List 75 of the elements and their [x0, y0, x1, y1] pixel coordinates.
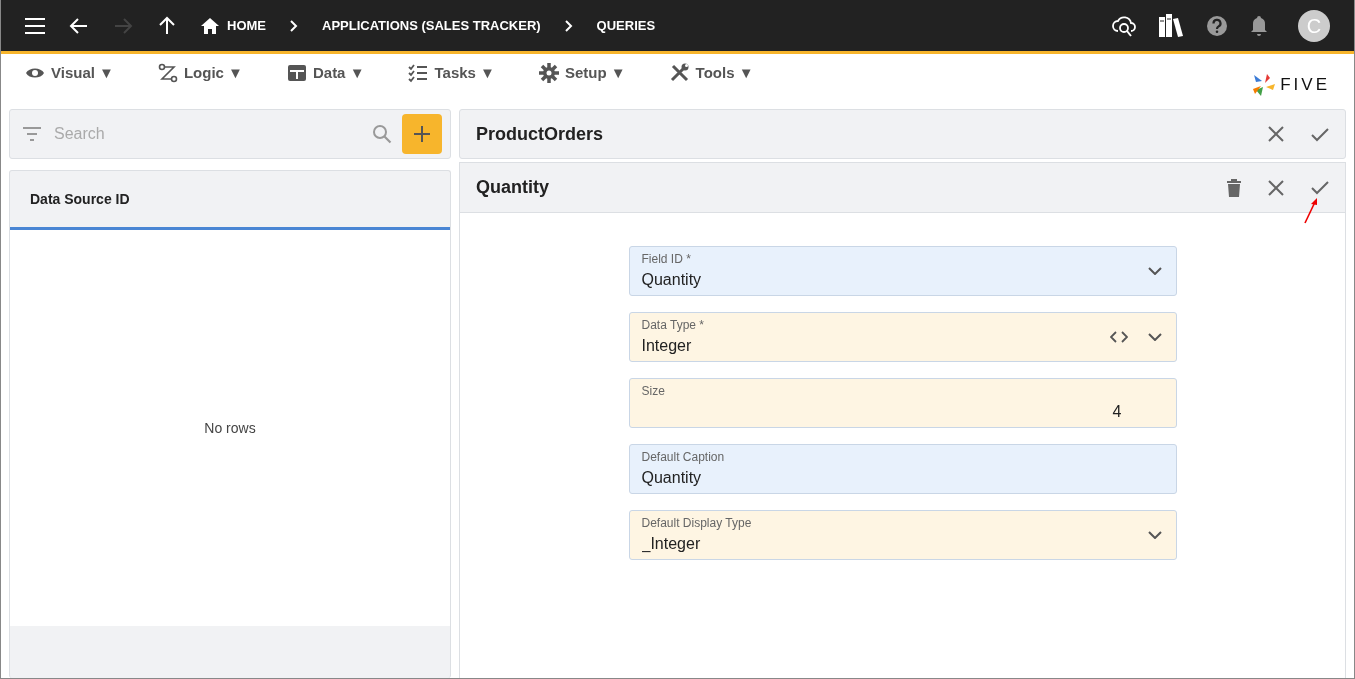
table-icon — [286, 63, 307, 84]
back-arrow-icon — [69, 15, 89, 36]
empty-message: No rows — [204, 418, 256, 438]
search-button[interactable] — [372, 124, 392, 144]
tools-icon — [669, 63, 690, 84]
cloud-search-button[interactable] — [1112, 14, 1136, 37]
save-button[interactable] — [1311, 179, 1329, 196]
back-button[interactable] — [69, 15, 89, 36]
up-arrow-icon — [157, 15, 177, 36]
field-value[interactable]: 4 — [641, 400, 1164, 424]
menu-item[interactable]: Setup ▼ — [538, 62, 626, 85]
search-field[interactable]: Search — [52, 121, 362, 147]
help-button[interactable] — [1206, 14, 1228, 37]
menu-item[interactable]: Data ▼ — [286, 62, 365, 85]
field-value[interactable]: Integer — [641, 334, 1110, 358]
chevron-down-icon — [1147, 531, 1162, 539]
cancel-button[interactable] — [1267, 178, 1285, 197]
logo-text: FIVE — [1280, 74, 1330, 96]
help-icon — [1206, 14, 1228, 37]
notifications-button[interactable] — [1250, 14, 1268, 37]
chevron-down-icon — [1147, 333, 1162, 341]
menu-item[interactable]: Tasks ▼ — [408, 62, 495, 85]
books-icon — [1158, 12, 1184, 39]
checklist-icon — [408, 63, 429, 84]
breadcrumb-link[interactable]: APPLICATIONS (SALES TRACKER) — [322, 15, 541, 36]
search-icon — [372, 124, 392, 144]
menu-button[interactable] — [25, 17, 45, 34]
cancel-button[interactable] — [1267, 125, 1285, 143]
panel-title: Quantity — [476, 176, 549, 199]
form-field[interactable]: Default Display Type _Integer — [628, 510, 1177, 560]
form-field[interactable]: Size 4 — [628, 378, 1177, 428]
check-icon — [1311, 179, 1329, 196]
chevron-icon — [290, 19, 298, 32]
gear-icon — [538, 63, 559, 84]
menu-icon — [25, 17, 45, 34]
search-bar[interactable]: Search — [9, 109, 451, 159]
check-icon — [1311, 125, 1329, 143]
forward-arrow-icon — [113, 15, 133, 36]
menu-item[interactable]: Tools ▼ — [669, 62, 754, 85]
close-icon — [1267, 178, 1285, 197]
field-value[interactable]: Quantity — [641, 268, 1148, 292]
field-value[interactable]: Quantity — [641, 466, 1164, 490]
field-label: Default Display Type — [641, 515, 753, 532]
chevron-down-icon — [1147, 267, 1162, 275]
form-field[interactable]: Data Type * Integer — [628, 312, 1177, 362]
chevron-icon — [564, 19, 573, 32]
library-button[interactable] — [1158, 12, 1184, 39]
add-button[interactable] — [402, 114, 442, 154]
panel-title: ProductOrders — [476, 122, 604, 146]
cloud-search-icon — [1112, 14, 1136, 37]
close-icon — [1267, 125, 1285, 143]
code-icon — [1109, 331, 1128, 343]
field-label: Size — [641, 383, 666, 400]
annotation-arrow — [1303, 197, 1319, 225]
form-field[interactable]: Field ID * Quantity — [628, 246, 1177, 296]
field-label: Data Type * — [641, 317, 705, 334]
column-header[interactable]: Data Source ID — [26, 188, 130, 210]
delete-button[interactable] — [1227, 178, 1241, 197]
home-icon — [201, 17, 219, 34]
form-field[interactable]: Default Caption Quantity — [628, 444, 1177, 494]
trash-icon — [1227, 178, 1241, 197]
save-button[interactable] — [1311, 125, 1329, 143]
logo-icon — [1252, 72, 1277, 97]
field-label: Field ID * — [641, 251, 692, 268]
up-button[interactable] — [157, 15, 177, 36]
filter-icon — [22, 127, 42, 141]
field-value[interactable]: _Integer — [641, 532, 1148, 556]
plus-icon — [414, 126, 430, 142]
menu-item[interactable]: Logic ▼ — [157, 62, 243, 85]
bell-icon — [1250, 14, 1268, 37]
menu-item[interactable]: Visual ▼ — [25, 62, 114, 85]
breadcrumb-link[interactable]: QUERIES — [596, 15, 656, 36]
flow-icon — [157, 63, 178, 84]
breadcrumb-link[interactable]: HOME — [201, 15, 266, 36]
field-label: Default Caption — [641, 449, 726, 466]
